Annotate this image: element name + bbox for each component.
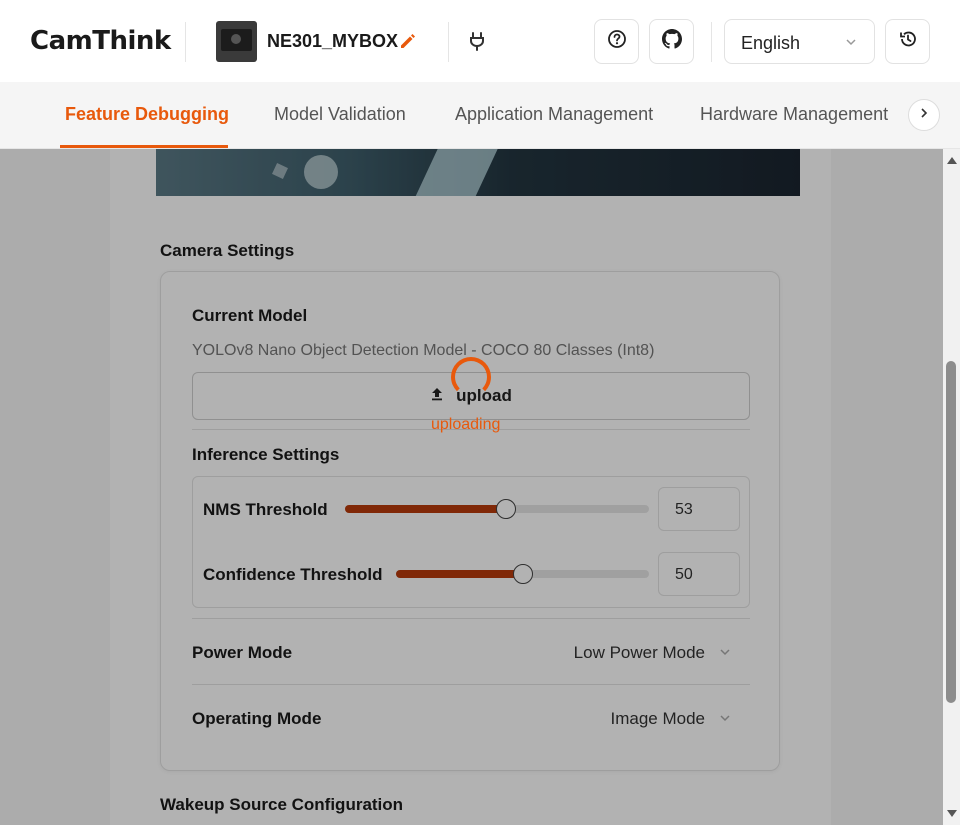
plug-icon[interactable] [466,30,488,52]
language-select[interactable]: English [724,19,875,64]
tab-model-validation[interactable]: Model Validation [274,104,406,125]
language-value: English [741,33,801,53]
tab-application-management[interactable]: Application Management [455,104,653,125]
chevron-right-icon [917,106,931,125]
main-tabs: Feature Debugging Model Validation Appli… [0,82,960,149]
help-icon [607,29,627,54]
scroll-up-arrow[interactable] [947,157,957,164]
history-icon [898,29,918,54]
tab-hardware-management[interactable]: Hardware Management [700,104,888,125]
loading-spinner [451,357,491,397]
github-button[interactable] [649,19,694,64]
active-tab-indicator [60,145,228,148]
header-divider [448,22,449,62]
camthink-logo[interactable]: CamThink [30,26,171,56]
chevron-down-icon [844,35,858,54]
device-name: NE301_MYBOX [267,31,399,51]
github-icon [661,29,682,54]
header-divider [185,22,186,62]
edit-icon[interactable] [398,31,418,51]
scroll-thumb[interactable] [946,361,956,703]
help-button[interactable] [594,19,639,64]
tabs-next-button[interactable] [908,99,940,131]
app-header: CamThink NE301_MYBOX English [0,0,960,82]
scroll-down-arrow[interactable] [947,810,957,817]
scrollbar[interactable] [943,149,960,825]
tab-feature-debugging[interactable]: Feature Debugging [65,104,229,125]
uploading-status: uploading [431,416,501,433]
device-icon [216,21,257,62]
history-button[interactable] [885,19,930,64]
loading-overlay [0,149,943,825]
header-divider [711,22,712,62]
